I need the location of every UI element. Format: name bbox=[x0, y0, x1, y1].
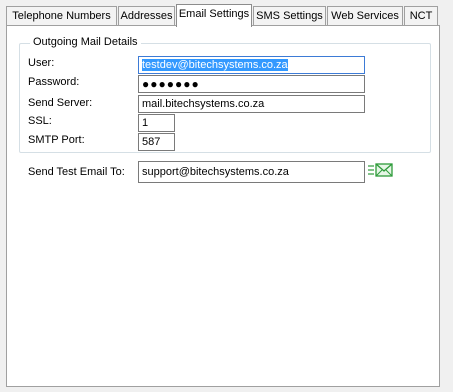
user-value: testdev@bitechsystems.co.za bbox=[142, 59, 288, 71]
outgoing-mail-title: Outgoing Mail Details bbox=[30, 36, 141, 49]
password-label: Password: bbox=[28, 76, 80, 88]
send-test-email-label: Send Test Email To: bbox=[28, 166, 125, 178]
tab-telephone-numbers[interactable]: Telephone Numbers bbox=[6, 6, 117, 25]
test-email-field[interactable]: support@bitechsystems.co.za bbox=[138, 161, 365, 183]
smtp-port-label: SMTP Port: bbox=[28, 134, 85, 146]
ssl-field[interactable]: 1 bbox=[138, 114, 175, 132]
user-label: User: bbox=[28, 57, 55, 69]
ssl-label: SSL: bbox=[28, 115, 52, 127]
password-field[interactable]: ●●●●●●● bbox=[138, 75, 365, 93]
smtp-port-field[interactable]: 587 bbox=[138, 133, 175, 151]
tab-email-settings[interactable]: Email Settings bbox=[176, 4, 252, 27]
send-server-label: Send Server: bbox=[28, 97, 93, 109]
send-email-icon[interactable] bbox=[368, 162, 394, 178]
user-field[interactable]: testdev@bitechsystems.co.za bbox=[138, 56, 365, 74]
tab-sms-settings[interactable]: SMS Settings bbox=[253, 6, 326, 25]
tab-addresses[interactable]: Addresses bbox=[118, 6, 175, 25]
tab-nct[interactable]: NCT bbox=[404, 6, 438, 25]
send-server-field[interactable]: mail.bitechsystems.co.za bbox=[138, 95, 365, 113]
tab-web-services[interactable]: Web Services bbox=[327, 6, 403, 25]
